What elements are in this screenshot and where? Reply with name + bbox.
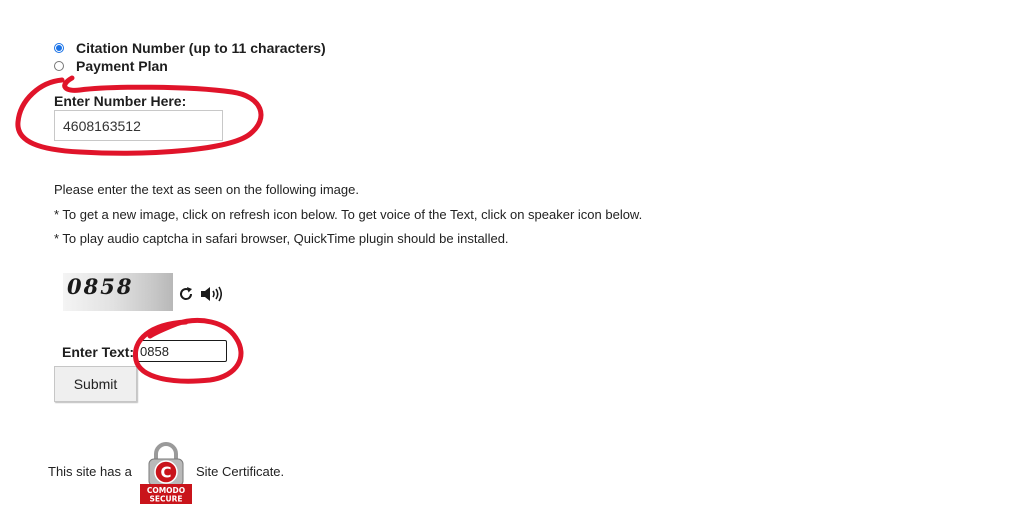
refresh-icon[interactable] [178, 286, 194, 302]
speaker-icon[interactable] [200, 285, 222, 303]
radio-label-payment-plan: Payment Plan [76, 58, 168, 74]
payment-form-page: Citation Number (up to 11 characters) Pa… [0, 0, 1024, 522]
comodo-secure-seal[interactable]: C COMODO SECURE [137, 440, 195, 506]
citation-number-input[interactable] [54, 110, 223, 141]
enter-text-label: Enter Text: [62, 344, 135, 360]
captcha-instruction-1: Please enter the text as seen on the fol… [54, 182, 359, 197]
enter-number-label: Enter Number Here: [54, 93, 187, 109]
seal-line-2: SECURE [149, 495, 182, 504]
svg-text:C: C [160, 464, 171, 482]
radio-payment-plan[interactable]: Payment Plan [54, 58, 168, 74]
radio-citation-number[interactable]: Citation Number (up to 11 characters) [54, 40, 326, 56]
captcha-image-text: 0858 [67, 274, 134, 299]
radio-button-checked[interactable] [54, 43, 64, 53]
captcha-instruction-2: * To get a new image, click on refresh i… [54, 207, 643, 222]
captcha-image: 0858 [63, 273, 173, 311]
certificate-text-before: This site has a [48, 464, 132, 479]
radio-button-unchecked[interactable] [54, 61, 64, 71]
captcha-instruction-3: * To play audio captcha in safari browse… [54, 231, 509, 246]
radio-label-citation: Citation Number (up to 11 characters) [76, 40, 326, 56]
submit-button[interactable]: Submit [54, 366, 137, 402]
certificate-text-after: Site Certificate. [196, 464, 285, 479]
captcha-text-input[interactable] [137, 340, 227, 362]
